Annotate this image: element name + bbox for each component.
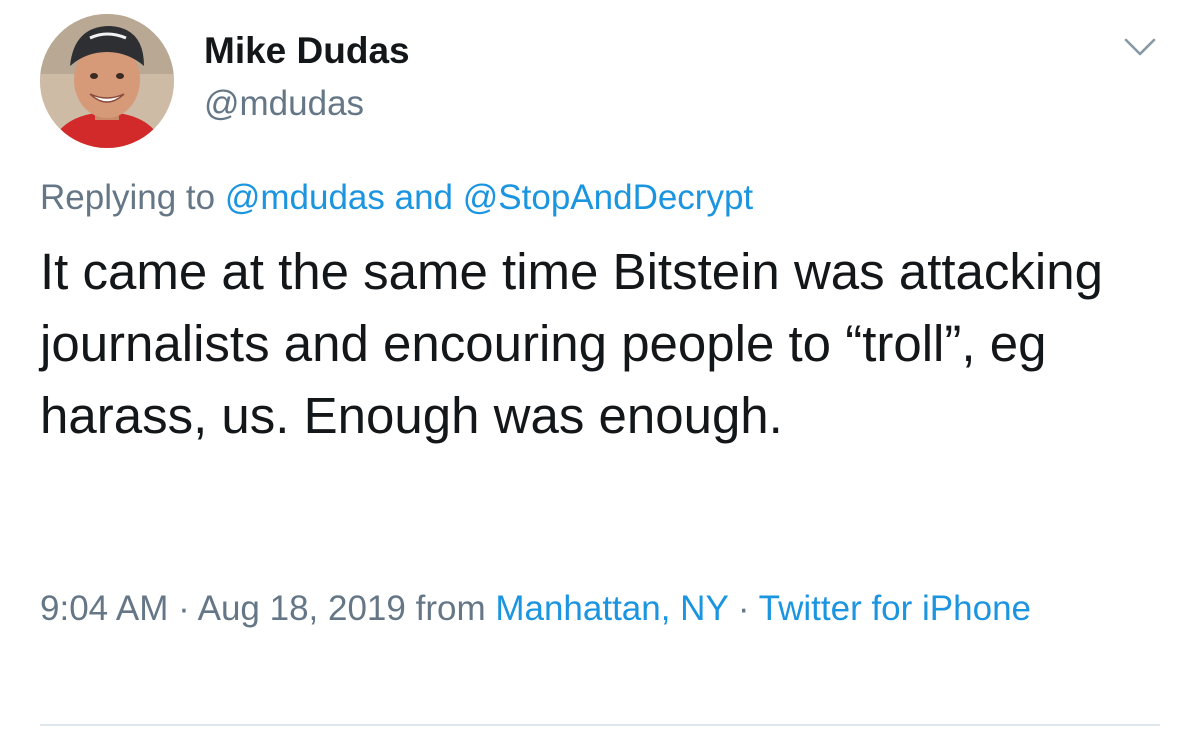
reply-mention-joiner: and	[394, 178, 454, 217]
reply-mention-mdudas[interactable]: @mdudas	[225, 178, 385, 217]
tweet-client[interactable]: Twitter for iPhone	[759, 589, 1031, 628]
avatar-image	[40, 14, 174, 148]
from-label: from	[415, 589, 486, 628]
avatar[interactable]	[40, 14, 174, 148]
tweet-text: It came at the same time Bitstein was at…	[40, 243, 1103, 444]
meta-separator: ·	[178, 589, 190, 628]
tweet-location[interactable]: Manhattan, NY	[495, 589, 728, 628]
reply-mention-stopanddecrypt[interactable]: @StopAndDecrypt	[463, 178, 753, 217]
chevron-down-icon[interactable]	[1123, 36, 1157, 58]
tweet-card: Mike Dudas @mdudas Replying to @mdudas a…	[0, 0, 1200, 729]
tweet-time[interactable]: 9:04 AM	[40, 589, 168, 628]
tweet-date[interactable]: Aug 18, 2019	[198, 589, 406, 628]
divider	[40, 724, 1160, 726]
replying-to-label: Replying to	[40, 178, 216, 217]
author-handle[interactable]: @mdudas	[204, 84, 364, 124]
meta-separator-2: ·	[737, 589, 750, 628]
tweet-meta: 9:04 AM · Aug 18, 2019 from Manhattan, N…	[40, 582, 1160, 636]
replying-to-line: Replying to @mdudas and @StopAndDecrypt	[40, 178, 753, 218]
author-name[interactable]: Mike Dudas	[204, 30, 410, 72]
